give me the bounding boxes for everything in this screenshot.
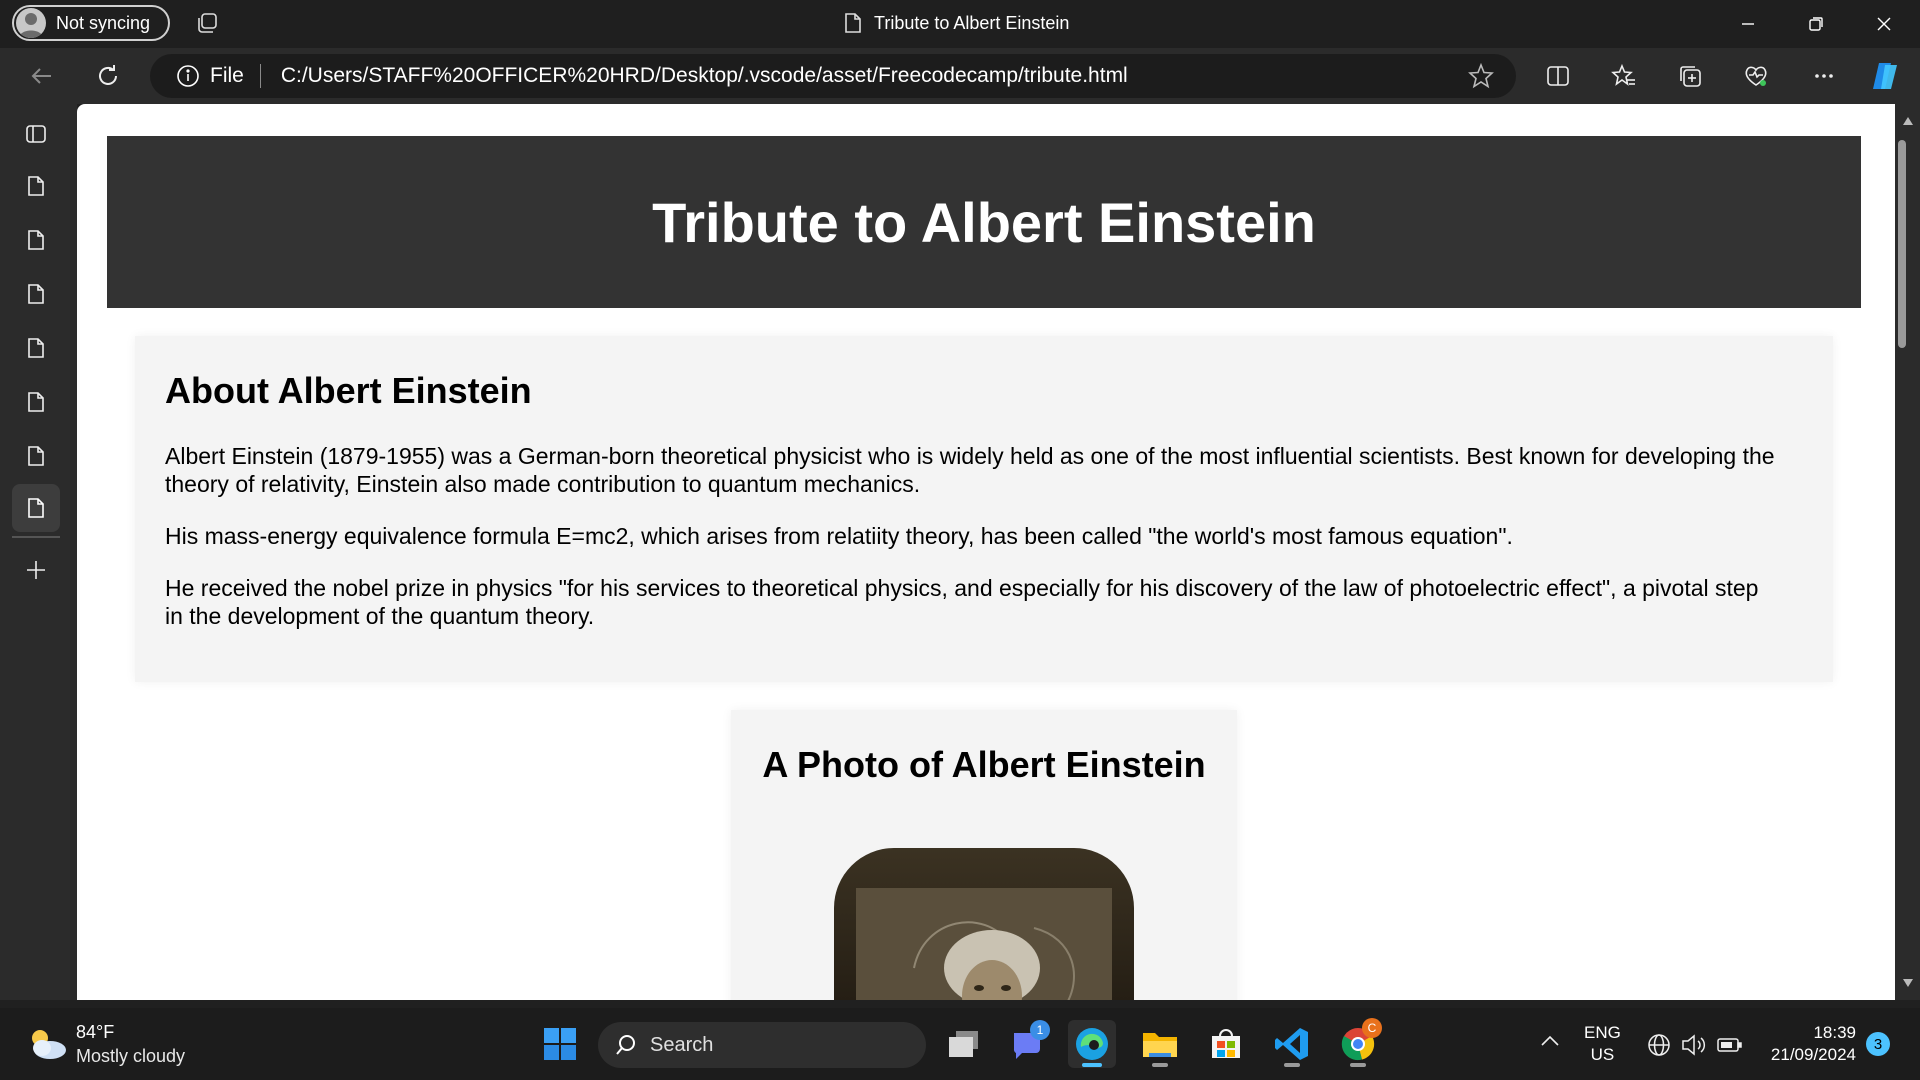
microsoft-store-icon[interactable] — [1202, 1020, 1250, 1068]
page-icon — [28, 338, 44, 358]
einstein-photo — [834, 848, 1134, 1000]
page-icon — [28, 284, 44, 304]
windows-taskbar: 84°F Mostly cloudy Search 1 C ENG US 18:… — [0, 1008, 1920, 1080]
collections-icon[interactable] — [1672, 58, 1708, 94]
favorites-icon[interactable] — [1606, 58, 1642, 94]
volume-icon[interactable] — [1680, 1032, 1708, 1058]
file-explorer-icon[interactable] — [1136, 1020, 1184, 1068]
active-app-indicator — [1082, 1063, 1102, 1067]
edge-taskbar-icon[interactable] — [1068, 1020, 1116, 1068]
sidebar-tab-6[interactable] — [12, 432, 60, 480]
tab-actions-icon[interactable] — [12, 110, 60, 158]
address-url[interactable]: C:/Users/STAFF%20OFFICER%20HRD/Desktop/.… — [281, 64, 1128, 88]
info-icon[interactable] — [176, 64, 200, 88]
minimize-button[interactable] — [1716, 0, 1780, 48]
language-region: US — [1590, 1045, 1615, 1064]
language-code: ENG — [1584, 1023, 1621, 1042]
about-section: About Albert Einstein Albert Einstein (1… — [135, 336, 1833, 682]
page-title: Tribute to Albert Einstein — [652, 190, 1316, 254]
back-arrow-icon[interactable] — [24, 58, 60, 94]
sidebar-tab-3[interactable] — [12, 270, 60, 318]
sidebar-divider — [12, 536, 60, 538]
sidebar-tab-active[interactable] — [12, 484, 60, 532]
page-header: Tribute to Albert Einstein — [107, 136, 1861, 308]
about-paragraph-2: His mass-energy equivalence formula E=mc… — [165, 523, 1513, 549]
weather-description[interactable]: Mostly cloudy — [76, 1046, 185, 1067]
browser-toolbar: File C:/Users/STAFF%20OFFICER%20HRD/Desk… — [0, 48, 1920, 104]
photo-heading: A Photo of Albert Einstein — [762, 744, 1206, 785]
new-tab-plus-icon[interactable] — [12, 546, 60, 594]
address-divider — [259, 64, 261, 88]
profile-avatar-icon — [16, 8, 46, 38]
page-viewport: Tribute to Albert Einstein About Albert … — [77, 104, 1895, 1000]
refresh-icon[interactable] — [90, 58, 126, 94]
page-icon — [28, 176, 44, 196]
weather-cloud-icon[interactable] — [26, 1026, 68, 1062]
photo-section: A Photo of Albert Einstein — [731, 710, 1237, 1000]
show-hidden-icons-chevron-icon[interactable] — [1540, 1034, 1560, 1048]
app-indicator — [1152, 1063, 1168, 1067]
about-heading: About Albert Einstein — [165, 370, 532, 411]
teams-badge: 1 — [1030, 1020, 1050, 1040]
notification-count-badge[interactable]: 3 — [1866, 1032, 1890, 1056]
system-clock[interactable]: 18:39 21/09/2024 — [1760, 1022, 1856, 1066]
tab-title: Tribute to Albert Einstein — [874, 12, 1070, 33]
sidebar-tab-1[interactable] — [12, 162, 60, 210]
about-paragraph-1: Albert Einstein (1879-1955) was a German… — [165, 443, 1775, 497]
network-globe-icon[interactable] — [1646, 1032, 1672, 1058]
about-paragraph-3: He received the nobel prize in physics "… — [165, 575, 1759, 629]
address-bar[interactable]: File C:/Users/STAFF%20OFFICER%20HRD/Desk… — [150, 54, 1516, 98]
weather-temperature[interactable]: 84°F — [76, 1022, 114, 1043]
page-icon — [28, 498, 44, 518]
app-indicator — [1350, 1063, 1366, 1067]
search-icon — [616, 1035, 635, 1055]
language-indicator[interactable]: ENG US — [1584, 1022, 1621, 1066]
page-icon — [28, 446, 44, 466]
vscode-icon[interactable] — [1268, 1020, 1316, 1068]
profile-label: Not syncing — [56, 12, 151, 33]
profile-button[interactable]: Not syncing — [12, 5, 170, 41]
clock-date: 21/09/2024 — [1770, 1045, 1856, 1064]
sidebar-tab-2[interactable] — [12, 216, 60, 264]
sidebar-tab-4[interactable] — [12, 324, 60, 372]
restore-button[interactable] — [1784, 0, 1848, 48]
active-tab[interactable]: Tribute to Albert Einstein — [844, 12, 1069, 34]
sidebar-tab-5[interactable] — [12, 378, 60, 426]
address-scheme-label: File — [210, 64, 244, 87]
workspaces-icon[interactable] — [194, 11, 220, 37]
start-windows-icon[interactable] — [536, 1020, 584, 1068]
teams-chat-icon[interactable]: 1 — [1004, 1020, 1052, 1068]
chrome-icon[interactable]: C — [1334, 1018, 1382, 1068]
scrollbar-thumb[interactable] — [1898, 140, 1906, 348]
clock-time: 18:39 — [1813, 1023, 1856, 1042]
scroll-down-arrow-icon[interactable] — [1902, 978, 1914, 988]
page-icon — [28, 392, 44, 412]
page-icon — [28, 230, 44, 250]
page-icon — [845, 13, 861, 33]
battery-icon[interactable] — [1716, 1034, 1744, 1056]
scroll-up-arrow-icon[interactable] — [1902, 116, 1914, 126]
more-options-icon[interactable] — [1806, 58, 1842, 94]
app-indicator — [1284, 1063, 1300, 1067]
copilot-icon[interactable] — [1868, 58, 1904, 94]
chrome-profile-badge: C — [1362, 1018, 1382, 1038]
vertical-tabs-sidebar — [0, 104, 77, 1000]
taskbar-search[interactable]: Search — [598, 1022, 926, 1068]
search-label: Search — [650, 1033, 714, 1056]
close-button[interactable] — [1852, 0, 1916, 48]
split-screen-icon[interactable] — [1540, 58, 1576, 94]
task-view-icon[interactable] — [940, 1020, 988, 1068]
title-bar: Not syncing Tribute to Albert Einstein — [0, 0, 1920, 48]
browser-essentials-icon[interactable] — [1738, 58, 1774, 94]
favorite-star-icon[interactable] — [1468, 63, 1494, 89]
